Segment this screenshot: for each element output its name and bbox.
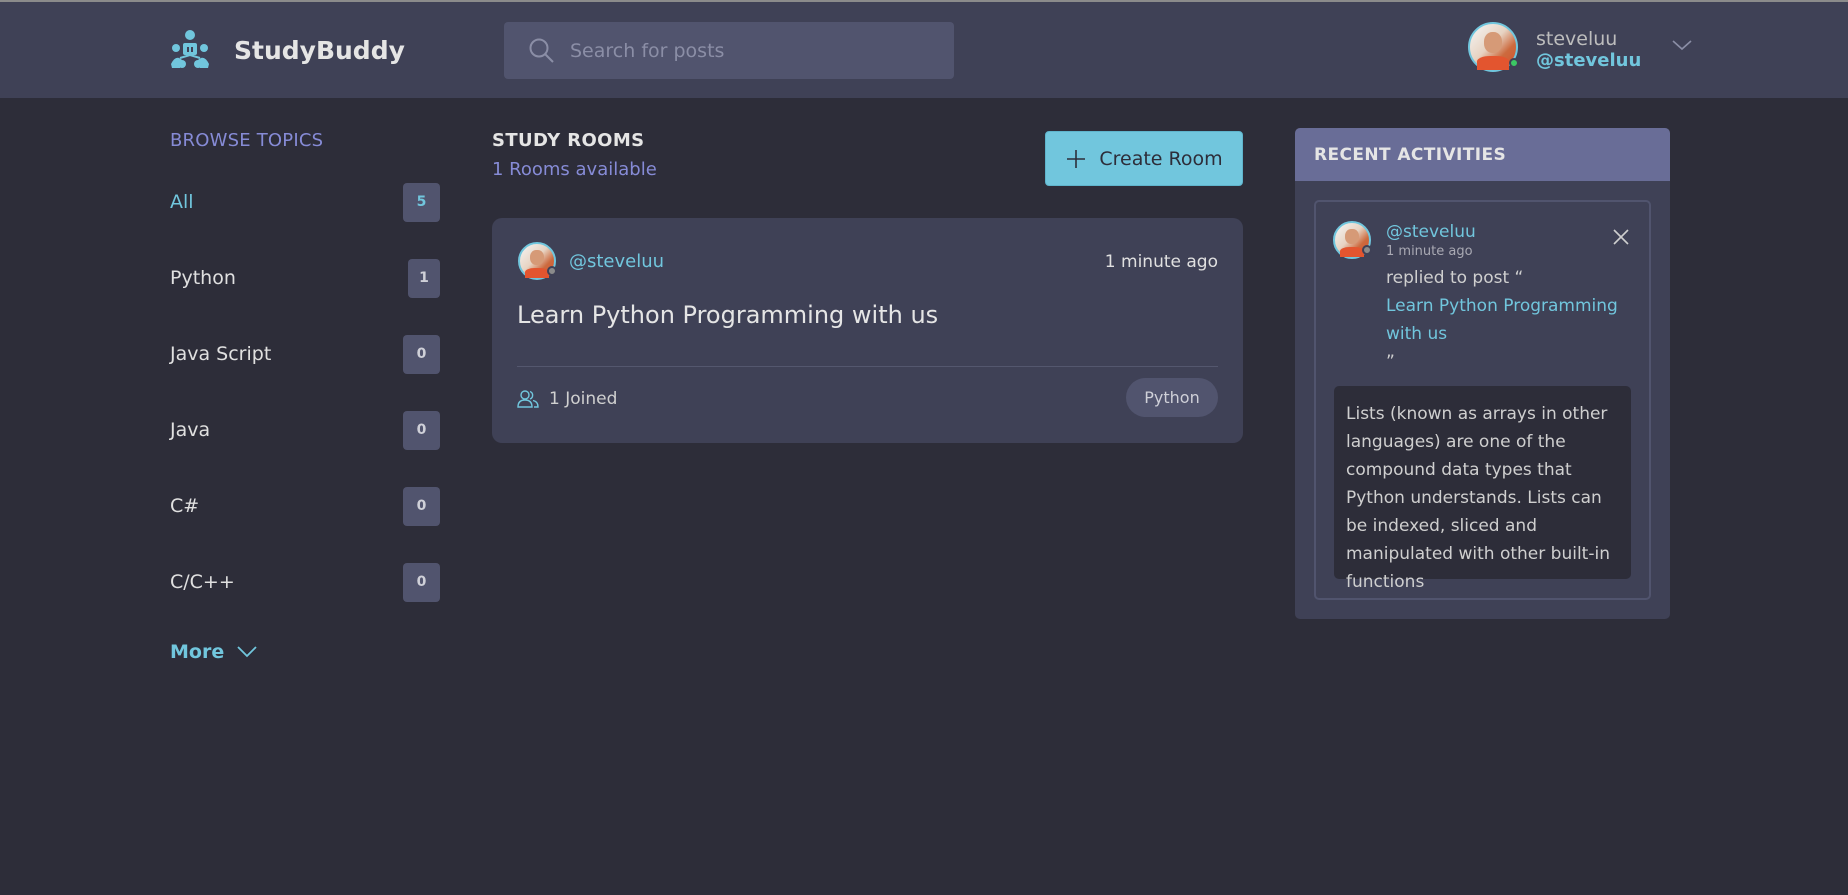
room-host-avatar[interactable]: [518, 242, 557, 280]
room-card[interactable]: @steveluu 1 minute ago Learn Python Prog…: [492, 218, 1243, 443]
brand-logo[interactable]: StudyBuddy: [168, 28, 405, 72]
top-navbar: StudyBuddy steveluu @steveluu: [0, 2, 1848, 98]
topic-label: C#: [170, 495, 200, 517]
study-rooms-header: STUDY ROOMS 1 Rooms available: [492, 130, 657, 180]
search-icon: [529, 38, 554, 63]
user-menu[interactable]: steveluu @steveluu: [1468, 22, 1693, 72]
joined-count: 1 Joined: [549, 389, 618, 409]
users-icon: [517, 390, 539, 408]
user-avatar[interactable]: [1468, 22, 1519, 72]
online-status-dot: [1509, 58, 1519, 68]
recent-activities-title: RECENT ACTIVITIES: [1295, 128, 1670, 181]
activity-action-text: replied to post “: [1386, 268, 1524, 288]
topic-count-badge: 5: [403, 182, 440, 222]
topic-label: Java Script: [170, 343, 272, 365]
offline-status-dot: [1362, 245, 1372, 255]
chevron-down-icon: [237, 646, 257, 658]
topic-label: All: [170, 191, 194, 213]
topic-count-badge: 0: [403, 334, 440, 374]
room-host-link[interactable]: @steveluu: [569, 251, 664, 272]
browse-topics-title: BROWSE TOPICS: [170, 130, 324, 151]
topic-label: Java: [170, 419, 211, 441]
activity-item: @steveluu 1 minute ago replied to post “…: [1314, 200, 1651, 600]
topic-count-badge: 0: [403, 562, 440, 602]
topic-count-badge: 1: [408, 258, 440, 298]
chevron-down-icon[interactable]: [1671, 34, 1693, 56]
activity-time: 1 minute ago: [1386, 244, 1473, 259]
study-rooms-title: STUDY ROOMS: [492, 130, 645, 151]
brand-name: StudyBuddy: [234, 35, 405, 65]
topic-count-badge: 0: [403, 486, 440, 526]
plus-icon: [1067, 149, 1086, 168]
rooms-available-count: 1 Rooms available: [492, 159, 657, 180]
topic-item-java[interactable]: Java 0: [170, 410, 440, 450]
topic-item-csharp[interactable]: C# 0: [170, 486, 440, 526]
close-icon[interactable]: [1611, 227, 1631, 247]
study-group-logo-icon: [171, 30, 209, 68]
user-handle: @steveluu: [1536, 50, 1642, 71]
room-topic-tag[interactable]: Python: [1126, 378, 1218, 417]
room-participants: 1 Joined: [517, 388, 617, 410]
activity-user-link[interactable]: @steveluu: [1386, 222, 1476, 242]
recent-activities-panel: RECENT ACTIVITIES @steveluu 1 minute ago…: [1295, 128, 1670, 619]
create-room-button[interactable]: Create Room: [1045, 131, 1243, 186]
topic-label: Python: [170, 267, 236, 289]
room-divider: [517, 366, 1218, 367]
activity-user-avatar[interactable]: [1333, 221, 1372, 259]
topic-item-c-cpp[interactable]: C/C++ 0: [170, 562, 440, 602]
more-label: More: [170, 641, 225, 663]
activity-description: replied to post “ Learn Python Programmi…: [1386, 264, 1626, 376]
room-time: 1 minute ago: [1104, 252, 1218, 272]
room-title-link[interactable]: Learn Python Programming with us: [517, 301, 938, 329]
user-name: steveluu: [1536, 28, 1618, 50]
topic-count-badge: 0: [403, 410, 440, 450]
topic-item-javascript[interactable]: Java Script 0: [170, 334, 440, 374]
topic-item-all[interactable]: All 5: [170, 182, 440, 222]
topic-item-python[interactable]: Python 1: [170, 258, 440, 298]
activity-close-quote: ”: [1386, 352, 1395, 372]
search-input[interactable]: [570, 39, 930, 62]
search-bar[interactable]: [504, 22, 954, 79]
offline-status-dot: [547, 266, 557, 276]
more-topics-button[interactable]: More: [170, 641, 258, 663]
create-room-label: Create Room: [1099, 147, 1223, 170]
activity-post-link[interactable]: Learn Python Programming with us: [1386, 292, 1626, 348]
activity-message: Lists (known as arrays in other language…: [1334, 386, 1631, 592]
browse-topics-sidebar: BROWSE TOPICS: [170, 130, 440, 151]
topic-label: C/C++: [170, 571, 235, 593]
